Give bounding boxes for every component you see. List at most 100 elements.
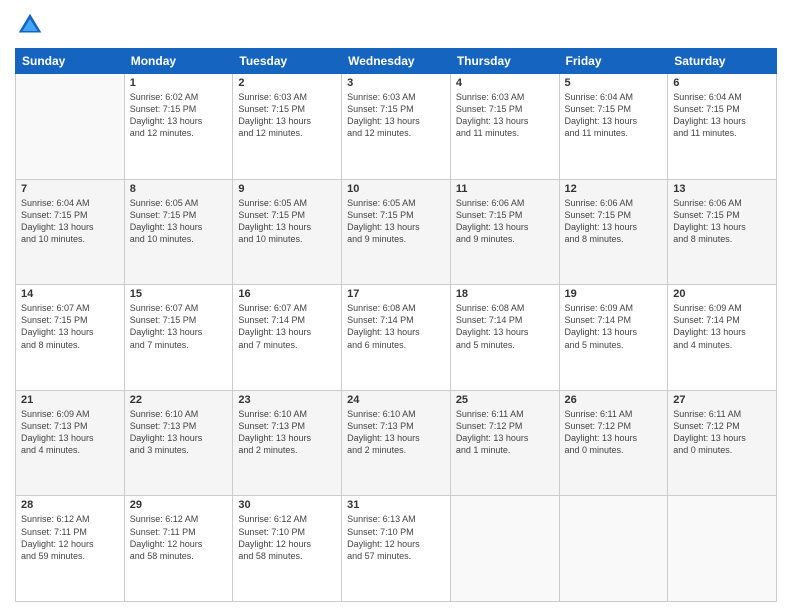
calendar-cell: 8 Sunrise: 6:05 AM Sunset: 7:15 PM Daylig…: [124, 179, 233, 285]
header: [15, 10, 777, 40]
day-number: 29: [130, 499, 228, 511]
calendar-cell: 18 Sunrise: 6:08 AM Sunset: 7:14 PM Dayli…: [450, 285, 559, 391]
week-row-2: 7Sunrise: 6:04 AM Sunset: 7:15 PM Daylig…: [16, 179, 777, 285]
calendar-cell: 4Sunrise: 6:03 AM Sunset: 7:15 PM Daylig…: [450, 74, 559, 180]
day-info: Sunrise: 6:03 AM Sunset: 7:15 PM Dayligh…: [347, 91, 445, 140]
calendar-cell: 13 Sunrise: 6:06 AM Sunset: 7:15 PM Dayli…: [668, 179, 777, 285]
calendar-cell: 26 Sunrise: 6:11 AM Sunset: 7:12 PM Dayli…: [559, 390, 668, 496]
calendar-cell: 15 Sunrise: 6:07 AM Sunset: 7:15 PM Dayli…: [124, 285, 233, 391]
calendar-cell: 11 Sunrise: 6:06 AM Sunset: 7:15 PM Dayli…: [450, 179, 559, 285]
day-number: 20: [673, 288, 771, 300]
day-info: Sunrise: 6:11 AM Sunset: 7:12 PM Dayligh…: [673, 408, 771, 457]
weekday-header-row: SundayMondayTuesdayWednesdayThursdayFrid…: [16, 49, 777, 74]
day-info: Sunrise: 6:09 AM Sunset: 7:14 PM Dayligh…: [565, 302, 663, 351]
calendar-cell: 2 Sunrise: 6:03 AM Sunset: 7:15 PM Daylig…: [233, 74, 342, 180]
logo-icon: [15, 10, 45, 40]
day-info: Sunrise: 6:07 AM Sunset: 7:14 PM Dayligh…: [238, 302, 336, 351]
day-info: Sunrise: 6:05 AM Sunset: 7:15 PM Dayligh…: [347, 197, 445, 246]
day-number: 11: [456, 183, 554, 195]
day-info: Sunrise: 6:09 AM Sunset: 7:14 PM Dayligh…: [673, 302, 771, 351]
day-info: Sunrise: 6:04 AM Sunset: 7:15 PM Dayligh…: [565, 91, 663, 140]
logo: [15, 10, 49, 40]
day-info: Sunrise: 6:05 AM Sunset: 7:15 PM Dayligh…: [130, 197, 228, 246]
calendar-cell: 14 Sunrise: 6:07 AM Sunset: 7:15 PM Dayli…: [16, 285, 125, 391]
calendar-cell: 27 Sunrise: 6:11 AM Sunset: 7:12 PM Dayli…: [668, 390, 777, 496]
day-info: Sunrise: 6:12 AM Sunset: 7:10 PM Dayligh…: [238, 513, 336, 562]
day-number: 24: [347, 394, 445, 406]
weekday-tuesday: Tuesday: [233, 49, 342, 74]
day-info: Sunrise: 6:06 AM Sunset: 7:15 PM Dayligh…: [673, 197, 771, 246]
day-number: 18: [456, 288, 554, 300]
calendar-cell: 19 Sunrise: 6:09 AM Sunset: 7:14 PM Dayli…: [559, 285, 668, 391]
day-number: 5: [565, 77, 663, 89]
day-info: Sunrise: 6:10 AM Sunset: 7:13 PM Dayligh…: [347, 408, 445, 457]
calendar-cell: [16, 74, 125, 180]
day-number: 19: [565, 288, 663, 300]
calendar-cell: [668, 496, 777, 602]
day-info: Sunrise: 6:05 AM Sunset: 7:15 PM Dayligh…: [238, 197, 336, 246]
day-info: Sunrise: 6:06 AM Sunset: 7:15 PM Dayligh…: [456, 197, 554, 246]
day-info: Sunrise: 6:07 AM Sunset: 7:15 PM Dayligh…: [21, 302, 119, 351]
calendar-cell: 1 Sunrise: 6:02 AM Sunset: 7:15 PM Daylig…: [124, 74, 233, 180]
day-info: Sunrise: 6:11 AM Sunset: 7:12 PM Dayligh…: [456, 408, 554, 457]
weekday-wednesday: Wednesday: [342, 49, 451, 74]
day-info: Sunrise: 6:02 AM Sunset: 7:15 PM Dayligh…: [130, 91, 228, 140]
calendar-cell: 20 Sunrise: 6:09 AM Sunset: 7:14 PM Dayli…: [668, 285, 777, 391]
day-number: 22: [130, 394, 228, 406]
weekday-saturday: Saturday: [668, 49, 777, 74]
day-info: Sunrise: 6:13 AM Sunset: 7:10 PM Dayligh…: [347, 513, 445, 562]
calendar-cell: 22 Sunrise: 6:10 AM Sunset: 7:13 PM Dayli…: [124, 390, 233, 496]
day-number: 17: [347, 288, 445, 300]
calendar-cell: 3Sunrise: 6:03 AM Sunset: 7:15 PM Daylig…: [342, 74, 451, 180]
weekday-friday: Friday: [559, 49, 668, 74]
day-number: 14: [21, 288, 119, 300]
day-number: 15: [130, 288, 228, 300]
day-info: Sunrise: 6:12 AM Sunset: 7:11 PM Dayligh…: [21, 513, 119, 562]
day-info: Sunrise: 6:08 AM Sunset: 7:14 PM Dayligh…: [456, 302, 554, 351]
calendar-cell: 7Sunrise: 6:04 AM Sunset: 7:15 PM Daylig…: [16, 179, 125, 285]
calendar-table: SundayMondayTuesdayWednesdayThursdayFrid…: [15, 48, 777, 602]
weekday-monday: Monday: [124, 49, 233, 74]
calendar-cell: 9Sunrise: 6:05 AM Sunset: 7:15 PM Daylig…: [233, 179, 342, 285]
day-info: Sunrise: 6:09 AM Sunset: 7:13 PM Dayligh…: [21, 408, 119, 457]
day-number: 13: [673, 183, 771, 195]
calendar-cell: [450, 496, 559, 602]
calendar-cell: 28 Sunrise: 6:12 AM Sunset: 7:11 PM Dayli…: [16, 496, 125, 602]
day-number: 1: [130, 77, 228, 89]
day-number: 23: [238, 394, 336, 406]
page: SundayMondayTuesdayWednesdayThursdayFrid…: [0, 0, 792, 612]
day-number: 10: [347, 183, 445, 195]
day-info: Sunrise: 6:03 AM Sunset: 7:15 PM Dayligh…: [238, 91, 336, 140]
week-row-3: 14 Sunrise: 6:07 AM Sunset: 7:15 PM Dayli…: [16, 285, 777, 391]
day-number: 7: [21, 183, 119, 195]
day-number: 27: [673, 394, 771, 406]
calendar-cell: 30 Sunrise: 6:12 AM Sunset: 7:10 PM Dayli…: [233, 496, 342, 602]
calendar-cell: [559, 496, 668, 602]
day-number: 2: [238, 77, 336, 89]
calendar-cell: 12Sunrise: 6:06 AM Sunset: 7:15 PM Dayli…: [559, 179, 668, 285]
week-row-1: 1 Sunrise: 6:02 AM Sunset: 7:15 PM Daylig…: [16, 74, 777, 180]
week-row-5: 28 Sunrise: 6:12 AM Sunset: 7:11 PM Dayli…: [16, 496, 777, 602]
calendar-cell: 24 Sunrise: 6:10 AM Sunset: 7:13 PM Dayli…: [342, 390, 451, 496]
day-info: Sunrise: 6:07 AM Sunset: 7:15 PM Dayligh…: [130, 302, 228, 351]
weekday-sunday: Sunday: [16, 49, 125, 74]
calendar-cell: 25Sunrise: 6:11 AM Sunset: 7:12 PM Dayli…: [450, 390, 559, 496]
day-info: Sunrise: 6:12 AM Sunset: 7:11 PM Dayligh…: [130, 513, 228, 562]
day-number: 26: [565, 394, 663, 406]
day-number: 8: [130, 183, 228, 195]
day-number: 31: [347, 499, 445, 511]
day-number: 4: [456, 77, 554, 89]
day-info: Sunrise: 6:10 AM Sunset: 7:13 PM Dayligh…: [130, 408, 228, 457]
calendar-cell: 31 Sunrise: 6:13 AM Sunset: 7:10 PM Dayli…: [342, 496, 451, 602]
day-number: 16: [238, 288, 336, 300]
calendar-cell: 17 Sunrise: 6:08 AM Sunset: 7:14 PM Dayli…: [342, 285, 451, 391]
day-number: 28: [21, 499, 119, 511]
day-info: Sunrise: 6:08 AM Sunset: 7:14 PM Dayligh…: [347, 302, 445, 351]
day-info: Sunrise: 6:11 AM Sunset: 7:12 PM Dayligh…: [565, 408, 663, 457]
calendar-cell: 21 Sunrise: 6:09 AM Sunset: 7:13 PM Dayli…: [16, 390, 125, 496]
day-info: Sunrise: 6:06 AM Sunset: 7:15 PM Dayligh…: [565, 197, 663, 246]
day-number: 30: [238, 499, 336, 511]
calendar-cell: 10 Sunrise: 6:05 AM Sunset: 7:15 PM Dayli…: [342, 179, 451, 285]
day-number: 21: [21, 394, 119, 406]
calendar-cell: 6Sunrise: 6:04 AM Sunset: 7:15 PM Daylig…: [668, 74, 777, 180]
